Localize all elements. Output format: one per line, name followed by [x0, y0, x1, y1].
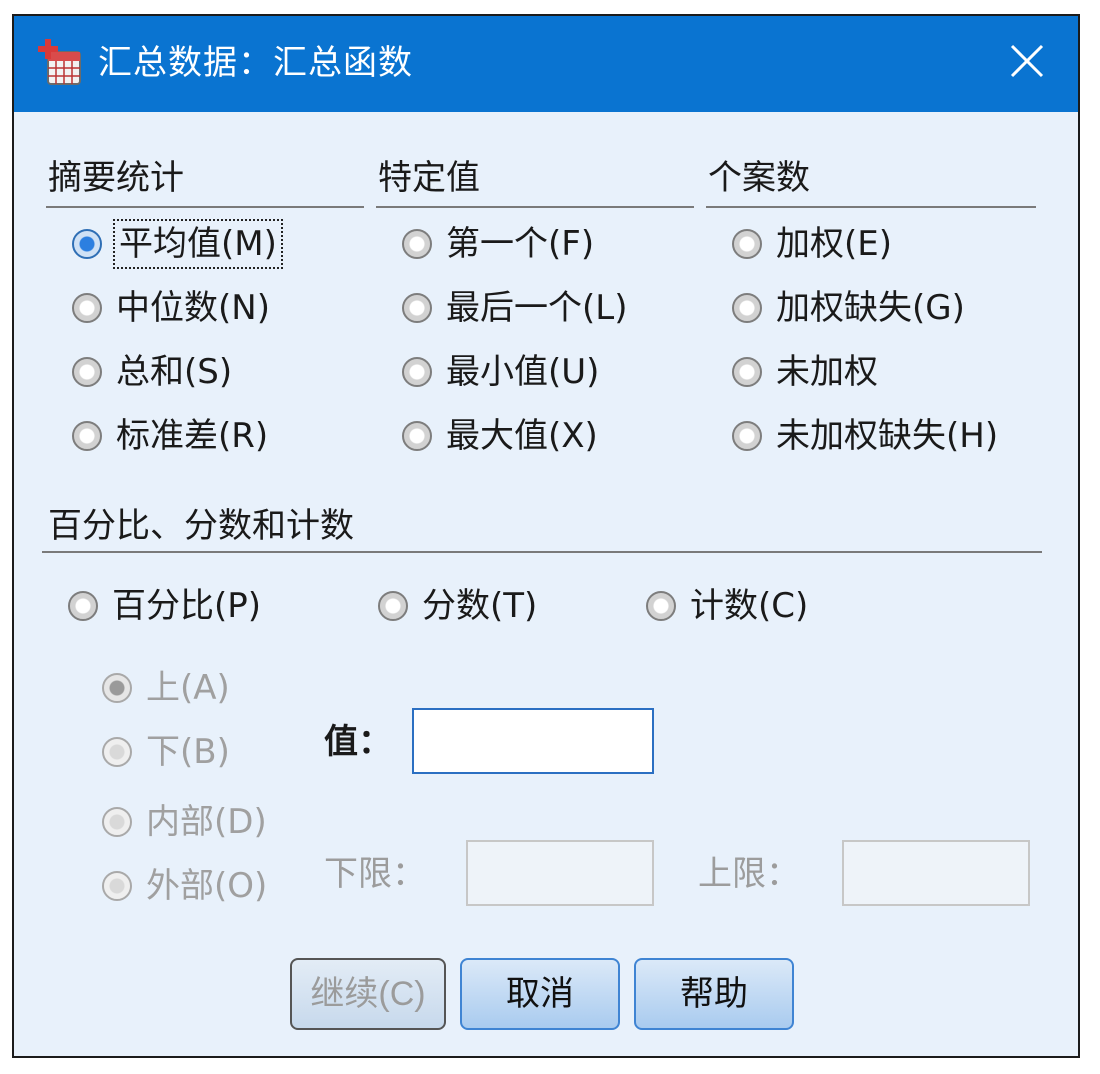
radio-maximum[interactable]: 最大值(X): [402, 414, 598, 458]
radio-label: 第一个(F): [446, 224, 595, 264]
radio-label: 加权(E): [776, 224, 893, 264]
radio-button: [102, 673, 132, 703]
radio-button: [102, 737, 132, 767]
radio-label: 最后一个(L): [446, 288, 628, 328]
radio-button[interactable]: [402, 229, 432, 259]
radio-unweighted-missing[interactable]: 未加权缺失(H): [732, 414, 998, 458]
radio-outside: 外部(O): [102, 864, 267, 908]
low-limit-label: 下限：: [324, 854, 426, 894]
radio-button[interactable]: [732, 421, 762, 451]
aggregate-functions-dialog: 汇总数据：汇总函数 摘要统计 平均值(M) 中位数(N) 总和(S) 标准差(R…: [12, 14, 1080, 1058]
radio-button[interactable]: [72, 229, 102, 259]
radio-button[interactable]: [732, 293, 762, 323]
radio-percentage[interactable]: 百分比(P): [68, 584, 261, 628]
radio-weighted-missing[interactable]: 加权缺失(G): [732, 286, 965, 330]
radio-below: 下(B): [102, 730, 230, 774]
radio-label: 中位数(N): [116, 288, 270, 328]
radio-button[interactable]: [72, 421, 102, 451]
summary-stats-group-title: 摘要统计: [48, 158, 184, 198]
radio-median[interactable]: 中位数(N): [72, 286, 270, 330]
radio-minimum[interactable]: 最小值(U): [402, 350, 599, 394]
radio-button[interactable]: [732, 229, 762, 259]
radio-button[interactable]: [646, 591, 676, 621]
radio-label: 分数(T): [422, 586, 538, 626]
radio-button[interactable]: [72, 357, 102, 387]
radio-button[interactable]: [378, 591, 408, 621]
value-label: 值：: [324, 722, 392, 762]
window-title: 汇总数据：汇总函数: [98, 43, 413, 83]
radio-label: 标准差(R): [116, 416, 269, 456]
radio-label: 下(B): [146, 732, 230, 772]
percent-divider: [42, 551, 1042, 553]
radio-fraction[interactable]: 分数(T): [378, 584, 537, 628]
radio-button: [102, 807, 132, 837]
radio-label: 未加权: [776, 352, 878, 392]
percent-group-title: 百分比、分数和计数: [48, 506, 354, 546]
case-count-group-title: 个案数: [708, 158, 810, 198]
specific-values-group-title: 特定值: [378, 158, 480, 198]
radio-std-dev[interactable]: 标准差(R): [72, 414, 268, 458]
radio-button[interactable]: [402, 293, 432, 323]
low-limit-input: [466, 840, 654, 906]
continue-button: 继续(C): [290, 958, 446, 1030]
cancel-button[interactable]: 取消: [460, 958, 620, 1030]
radio-button[interactable]: [68, 591, 98, 621]
radio-label: 上(A): [146, 668, 230, 708]
title-bar[interactable]: 汇总数据：汇总函数: [14, 16, 1078, 112]
radio-inside: 内部(D): [102, 800, 267, 844]
radio-unweighted[interactable]: 未加权: [732, 350, 878, 394]
radio-label: 内部(D): [146, 802, 267, 842]
radio-label: 百分比(P): [112, 586, 262, 626]
radio-above: 上(A): [102, 666, 230, 710]
radio-label: 最大值(X): [446, 416, 598, 456]
radio-label: 最小值(U): [446, 352, 600, 392]
high-limit-input: [842, 840, 1030, 906]
radio-button[interactable]: [72, 293, 102, 323]
radio-button[interactable]: [402, 357, 432, 387]
radio-last[interactable]: 最后一个(L): [402, 286, 627, 330]
radio-label: 未加权缺失(H): [776, 416, 999, 456]
case-count-divider: [706, 206, 1036, 208]
radio-label: 平均值(M): [113, 219, 283, 269]
aggregate-app-icon: [38, 39, 81, 85]
radio-count[interactable]: 计数(C): [646, 584, 808, 628]
value-input[interactable]: [412, 708, 654, 774]
radio-label: 外部(O): [146, 866, 268, 906]
radio-mean[interactable]: 平均值(M): [72, 219, 283, 269]
radio-button[interactable]: [732, 357, 762, 387]
radio-button: [102, 871, 132, 901]
help-button[interactable]: 帮助: [634, 958, 794, 1030]
radio-weighted[interactable]: 加权(E): [732, 222, 892, 266]
radio-button[interactable]: [402, 421, 432, 451]
summary-stats-divider: [46, 206, 364, 208]
radio-sum[interactable]: 总和(S): [72, 350, 232, 394]
high-limit-label: 上限：: [698, 854, 800, 894]
radio-first[interactable]: 第一个(F): [402, 222, 594, 266]
radio-label: 加权缺失(G): [776, 288, 965, 328]
specific-values-divider: [376, 206, 694, 208]
close-icon[interactable]: [1004, 38, 1050, 84]
radio-label: 计数(C): [690, 586, 809, 626]
radio-label: 总和(S): [116, 352, 233, 392]
